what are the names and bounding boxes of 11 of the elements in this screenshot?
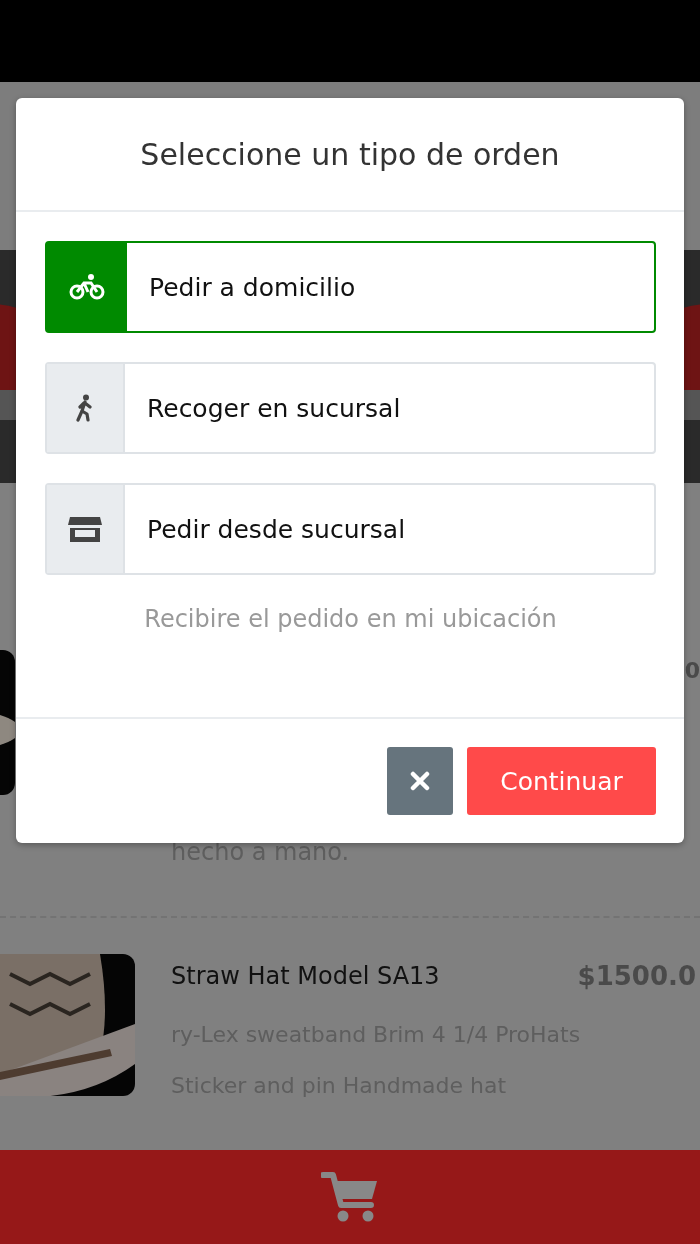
dialog-title: Seleccione un tipo de orden — [140, 136, 560, 172]
order-option[interactable]: Recoger en sucursal — [45, 362, 656, 454]
close-icon — [410, 771, 430, 791]
order-option[interactable]: Pedir desde sucursal — [45, 483, 656, 575]
bicycle-icon — [69, 273, 105, 301]
store-icon — [67, 515, 103, 543]
cart-icon[interactable] — [321, 1171, 379, 1223]
hint-text: Recibire el pedido en mi ubicación — [144, 605, 557, 633]
order-option[interactable]: Pedir a domicilio — [45, 241, 656, 333]
product-title: Straw Hat Model SA13 — [171, 962, 440, 990]
close-button[interactable] — [387, 747, 453, 815]
